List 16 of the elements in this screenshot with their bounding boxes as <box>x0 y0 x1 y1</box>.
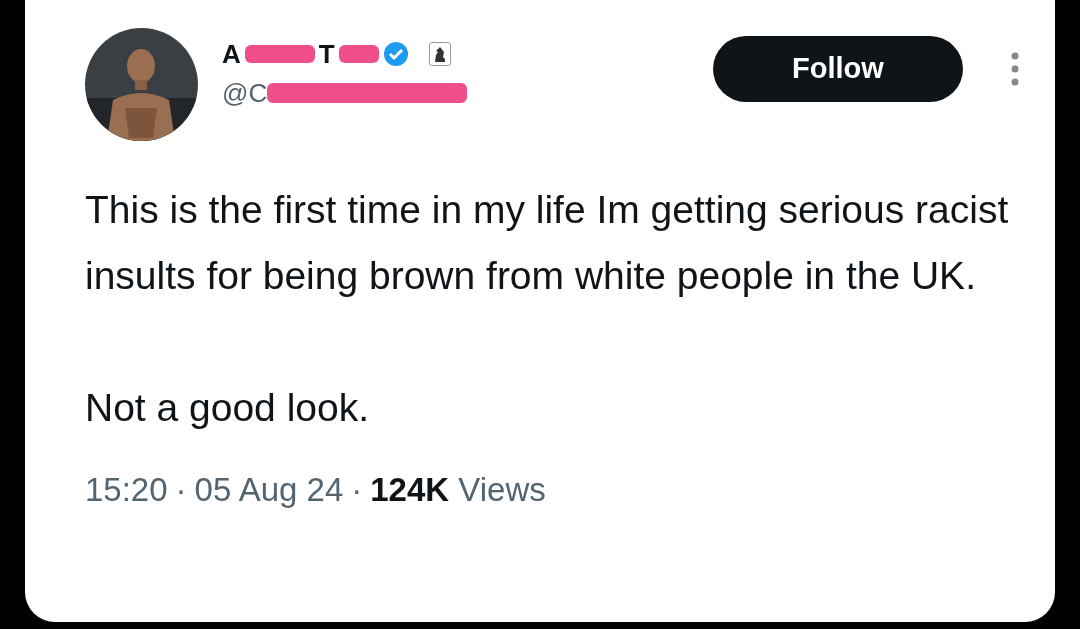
view-count: 124K <box>370 471 450 508</box>
tweet-date: 05 Aug 24 <box>194 470 344 510</box>
tweet-text: This is the first time in my life Im getting serious racist insults for being brown from white people in the UK. <box>85 187 1010 299</box>
knight-icon <box>428 42 451 66</box>
author-name: A <box>222 41 241 67</box>
follow-button[interactable]: Follow <box>713 36 963 102</box>
author-name: T <box>318 41 335 67</box>
separator-dot: · <box>175 470 187 510</box>
tweet-time: 15:20 <box>85 470 168 510</box>
more-options-icon[interactable] <box>1011 52 1019 86</box>
redaction-mark <box>244 45 315 63</box>
separator-dot: · <box>351 470 363 510</box>
tweet-text: Not a good look. <box>85 385 371 431</box>
views-label: Views <box>458 471 546 508</box>
author-handle: @C <box>222 80 268 106</box>
redaction-mark <box>338 45 379 63</box>
